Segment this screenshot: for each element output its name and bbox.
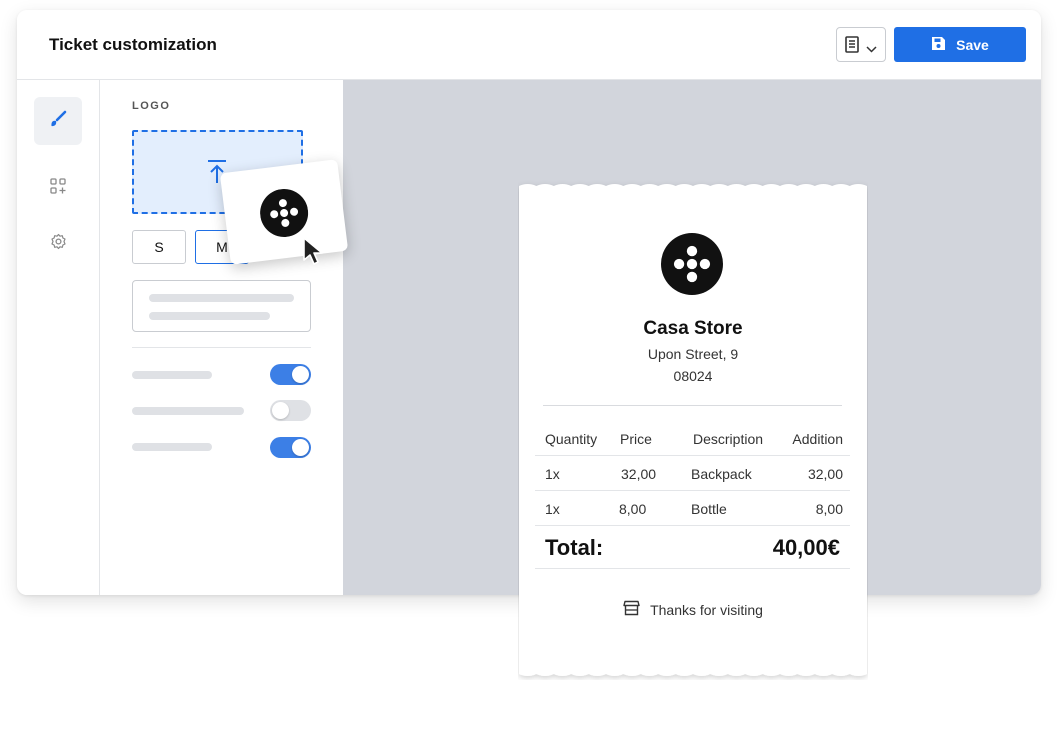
paintbrush-icon	[48, 109, 68, 134]
total-label: Total:	[545, 535, 604, 560]
toggle-1[interactable]	[270, 364, 311, 385]
receipt-divider	[543, 405, 842, 406]
cell-addition: 8,00	[815, 501, 843, 517]
text-input-placeholder[interactable]	[132, 280, 311, 332]
add-grid-icon	[50, 177, 66, 199]
column-header: Price	[620, 431, 652, 447]
column-header: Addition	[792, 431, 843, 447]
cell-quantity: 1x	[545, 501, 560, 517]
divider	[132, 347, 311, 348]
store-address: Upon Street, 9	[647, 346, 739, 362]
table-row: 1x 8,00 Bottle 8,00	[535, 491, 850, 526]
store-name: Casa Store	[643, 318, 743, 339]
receipt-footer: Thanks for visiting	[518, 600, 868, 619]
toggle-2[interactable]	[270, 400, 311, 421]
receipt-icon	[845, 36, 859, 58]
mouse-pointer-icon	[302, 236, 326, 271]
footer-message: Thanks for visiting	[650, 601, 763, 618]
cell-description: Backpack	[691, 466, 752, 482]
skeleton-line	[149, 312, 270, 320]
toggle-label-skeleton	[132, 443, 212, 451]
store-logo-icon	[661, 233, 723, 300]
total-value: 40,00€	[772, 535, 840, 560]
gear-icon	[50, 233, 67, 255]
dragged-logo-card[interactable]	[219, 159, 349, 265]
sidebar-item-widgets[interactable]	[34, 164, 82, 212]
cell-quantity: 1x	[545, 466, 560, 482]
save-button[interactable]: Save	[894, 27, 1026, 62]
ticket-type-select[interactable]	[836, 27, 886, 62]
header: Ticket customization Save	[17, 10, 1041, 80]
column-header: Description	[693, 431, 764, 447]
receipt-table-header: Quantity Price Description Addition	[535, 421, 850, 456]
column-header: Quantity	[545, 431, 598, 447]
chevron-down-icon	[866, 40, 877, 58]
sidebar-rail	[17, 80, 100, 595]
sidebar-item-settings[interactable]	[34, 220, 82, 268]
settings-panel: LOGO S M	[100, 80, 342, 595]
logo-section-label: LOGO	[132, 100, 171, 112]
toggle-label-skeleton	[132, 407, 244, 415]
page-title: Ticket customization	[49, 35, 217, 54]
cell-description: Bottle	[691, 501, 727, 517]
table-row: 1x 32,00 Backpack 32,00	[535, 456, 850, 491]
cell-addition: 32,00	[807, 466, 843, 482]
ticket-receipt: Casa Store Upon Street, 9 08024 Quantity…	[518, 180, 868, 680]
store-icon	[623, 600, 640, 619]
receipt-total-row: Total: 40,00€	[535, 530, 850, 569]
toggle-label-skeleton	[132, 371, 212, 379]
save-button-label: Save	[956, 36, 989, 53]
cell-price: 32,00	[621, 466, 657, 482]
toggle-3[interactable]	[270, 437, 311, 458]
cell-price: 8,00	[619, 501, 647, 517]
sidebar-item-appearance[interactable]	[34, 97, 82, 145]
floppy-disk-icon	[931, 36, 946, 54]
skeleton-line	[149, 294, 294, 302]
size-s-button[interactable]: S	[132, 230, 186, 264]
store-postal-code: 08024	[673, 368, 713, 384]
